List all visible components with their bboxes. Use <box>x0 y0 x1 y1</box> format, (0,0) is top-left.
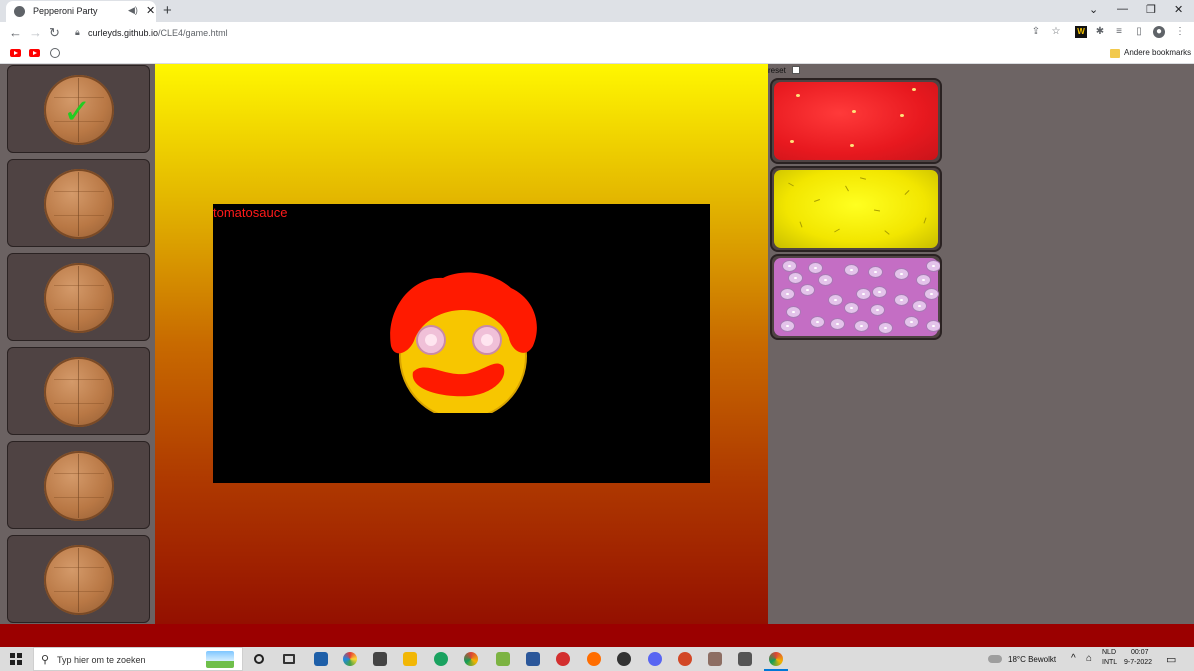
app-icon[interactable] <box>617 652 631 666</box>
taskbar-search[interactable]: ⚲ Typ hier om te zoeken <box>33 647 243 671</box>
globe-bookmark-icon[interactable] <box>50 48 60 58</box>
youtube-bookmark-icon[interactable] <box>29 49 40 57</box>
side-panel-icon[interactable]: ▯ <box>1133 26 1145 38</box>
bookmarks-bar: Andere bookmarks <box>0 44 1194 64</box>
language-bottom[interactable]: INTL <box>1102 659 1117 666</box>
restore-button[interactable]: ❐ <box>1146 3 1156 16</box>
pizza-board-icon <box>44 451 114 521</box>
order-slot[interactable] <box>7 253 150 341</box>
discord-icon[interactable] <box>648 652 662 666</box>
firefox-icon[interactable] <box>587 652 601 666</box>
profile-icon[interactable]: ● <box>1153 26 1165 38</box>
other-bookmarks[interactable]: Andere bookmarks <box>1124 48 1191 57</box>
cheese-ingredient[interactable] <box>770 166 942 252</box>
app-icon[interactable] <box>343 652 357 666</box>
clock-time[interactable]: 00:07 <box>1131 649 1149 656</box>
extension-icon[interactable]: W <box>1075 26 1087 38</box>
game-canvas[interactable]: tomatosauce <box>213 204 710 483</box>
browser-toolbar: ← → ↻ 🔒︎ curleyds.github.io/CLE4/game.ht… <box>0 22 1194 44</box>
tab-strip: Pepperoni Party ◀) ✕ + ⌄ — ❐ ✕ <box>0 0 1194 22</box>
word-icon[interactable] <box>526 652 540 666</box>
order-slot[interactable] <box>7 347 150 435</box>
lock-icon[interactable]: 🔒︎ <box>75 27 80 38</box>
checkmark-icon: ✓ <box>63 92 92 132</box>
order-slot[interactable] <box>7 159 150 247</box>
order-slot[interactable]: ✓ <box>7 65 150 153</box>
pizza-board-icon <box>44 169 114 239</box>
search-icon: ⚲ <box>41 654 50 666</box>
media-icon[interactable]: ≡ <box>1113 26 1125 38</box>
close-window-button[interactable]: ✕ <box>1174 3 1183 16</box>
file-explorer-icon[interactable] <box>403 652 417 666</box>
order-slot[interactable] <box>7 535 150 623</box>
edge-icon[interactable] <box>434 652 448 666</box>
store-icon[interactable] <box>314 652 328 666</box>
close-tab-icon[interactable]: ✕ <box>146 4 155 17</box>
windows-taskbar: ⚲ Typ hier om te zoeken 18°C Bewolkt ^ ⌂… <box>0 647 1194 671</box>
pizza-board-icon <box>44 545 114 615</box>
ingredient-label: tomatosauce <box>213 205 288 220</box>
tab-search-icon[interactable]: ⌄ <box>1089 3 1098 16</box>
chevron-up-icon[interactable]: ^ <box>1071 653 1076 664</box>
youtube-bookmark-icon[interactable] <box>10 49 21 57</box>
reset-checkbox[interactable] <box>792 66 800 74</box>
share-icon[interactable]: ⇪ <box>1030 26 1042 38</box>
footer-bar <box>0 624 1194 647</box>
reset-label: reset <box>768 66 786 75</box>
tomatosauce-ingredient[interactable] <box>770 78 942 164</box>
menu-icon[interactable]: ⋮ <box>1174 26 1186 38</box>
order-sidebar: ✓ <box>0 64 155 624</box>
tab-title: Pepperoni Party <box>33 6 98 16</box>
address-bar[interactable]: 🔒︎ curleyds.github.io/CLE4/game.html <box>66 24 1026 42</box>
game-page: ✓ tomatosauce reset <box>0 64 1194 647</box>
app-icon[interactable] <box>738 652 752 666</box>
cortana-icon[interactable] <box>254 654 264 664</box>
search-highlight-icon[interactable] <box>206 651 234 668</box>
clock-date[interactable]: 9-7-2022 <box>1124 659 1152 666</box>
url-text[interactable]: curleyds.github.io/CLE4/game.html <box>88 28 228 38</box>
game-stage: tomatosauce <box>155 64 768 624</box>
back-icon[interactable]: ← <box>9 25 22 40</box>
windows-start-icon[interactable] <box>10 653 22 665</box>
language-top[interactable]: NLD <box>1102 649 1116 656</box>
onion-ingredient[interactable] <box>770 254 942 340</box>
powerpoint-icon[interactable] <box>678 652 692 666</box>
app-icon[interactable] <box>556 652 570 666</box>
app-icon[interactable] <box>373 652 387 666</box>
weather-text[interactable]: 18°C Bewolkt <box>1008 655 1056 664</box>
network-icon[interactable]: ⌂ <box>1086 653 1092 664</box>
ingredient-panel: reset <box>768 64 1194 624</box>
pizza-board-icon <box>44 357 114 427</box>
cloud-icon[interactable] <box>988 655 1002 663</box>
search-placeholder: Typ hier om te zoeken <box>57 655 146 665</box>
new-tab-button[interactable]: + <box>163 2 172 19</box>
star-icon[interactable]: ☆ <box>1050 26 1062 38</box>
pizza-face[interactable] <box>383 268 543 413</box>
speaker-icon[interactable]: ◀) <box>128 5 138 16</box>
puzzle-icon[interactable]: ✱ <box>1094 26 1106 38</box>
minimize-button[interactable]: — <box>1117 3 1128 15</box>
chrome-active-icon[interactable] <box>769 652 783 666</box>
reload-icon[interactable]: ↻ <box>49 25 60 41</box>
globe-icon <box>14 6 25 17</box>
app-icon[interactable] <box>496 652 510 666</box>
notification-icon[interactable]: ▭ <box>1166 653 1176 666</box>
folder-icon[interactable] <box>1110 49 1120 58</box>
app-icon[interactable] <box>708 652 722 666</box>
pizza-board-icon <box>44 263 114 333</box>
task-view-icon[interactable] <box>283 654 295 664</box>
tab-pepperoni-party[interactable]: Pepperoni Party ◀) ✕ <box>6 1 156 22</box>
order-slot[interactable] <box>7 441 150 529</box>
chrome-icon[interactable] <box>464 652 478 666</box>
forward-icon[interactable]: → <box>29 25 42 40</box>
